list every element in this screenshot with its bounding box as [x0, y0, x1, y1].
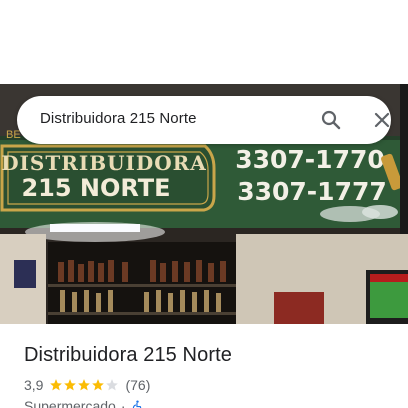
- rating-value: 3,9: [24, 377, 44, 393]
- sign-name-line2: 215 NORTE: [21, 174, 170, 202]
- category-row: Supermercado ·: [24, 398, 144, 408]
- star-empty-icon: [106, 379, 119, 391]
- sign-name-line1: DISTRIBUIDORA: [1, 151, 207, 175]
- sign-phone-2: 3307-1777: [237, 177, 387, 206]
- search-bar[interactable]: Distribuidora 215 Norte: [17, 96, 391, 144]
- star-filled-icon: [78, 379, 91, 391]
- search-icon[interactable]: [319, 108, 343, 132]
- wheelchair-icon: [132, 400, 141, 408]
- sign-partial-text: BE: [6, 129, 21, 141]
- place-category: Supermercado: [24, 398, 116, 408]
- rating-row[interactable]: 3,9 (76): [24, 376, 150, 394]
- rating-stars: [49, 378, 119, 392]
- top-blank-area: [0, 0, 408, 84]
- separator-dot: ·: [120, 398, 126, 408]
- star-filled-icon: [92, 379, 105, 391]
- star-filled-icon: [64, 379, 77, 391]
- review-count[interactable]: (76): [125, 377, 150, 393]
- place-title: Distribuidora 215 Norte: [24, 344, 232, 366]
- star-filled-icon: [50, 379, 63, 391]
- sign-phone-1: 3307-1770: [235, 145, 385, 174]
- close-icon[interactable]: [370, 108, 394, 132]
- place-info-panel: Distribuidora 215 Norte 3,9 (76) Superme…: [0, 324, 408, 408]
- search-input[interactable]: Distribuidora 215 Norte: [40, 110, 197, 127]
